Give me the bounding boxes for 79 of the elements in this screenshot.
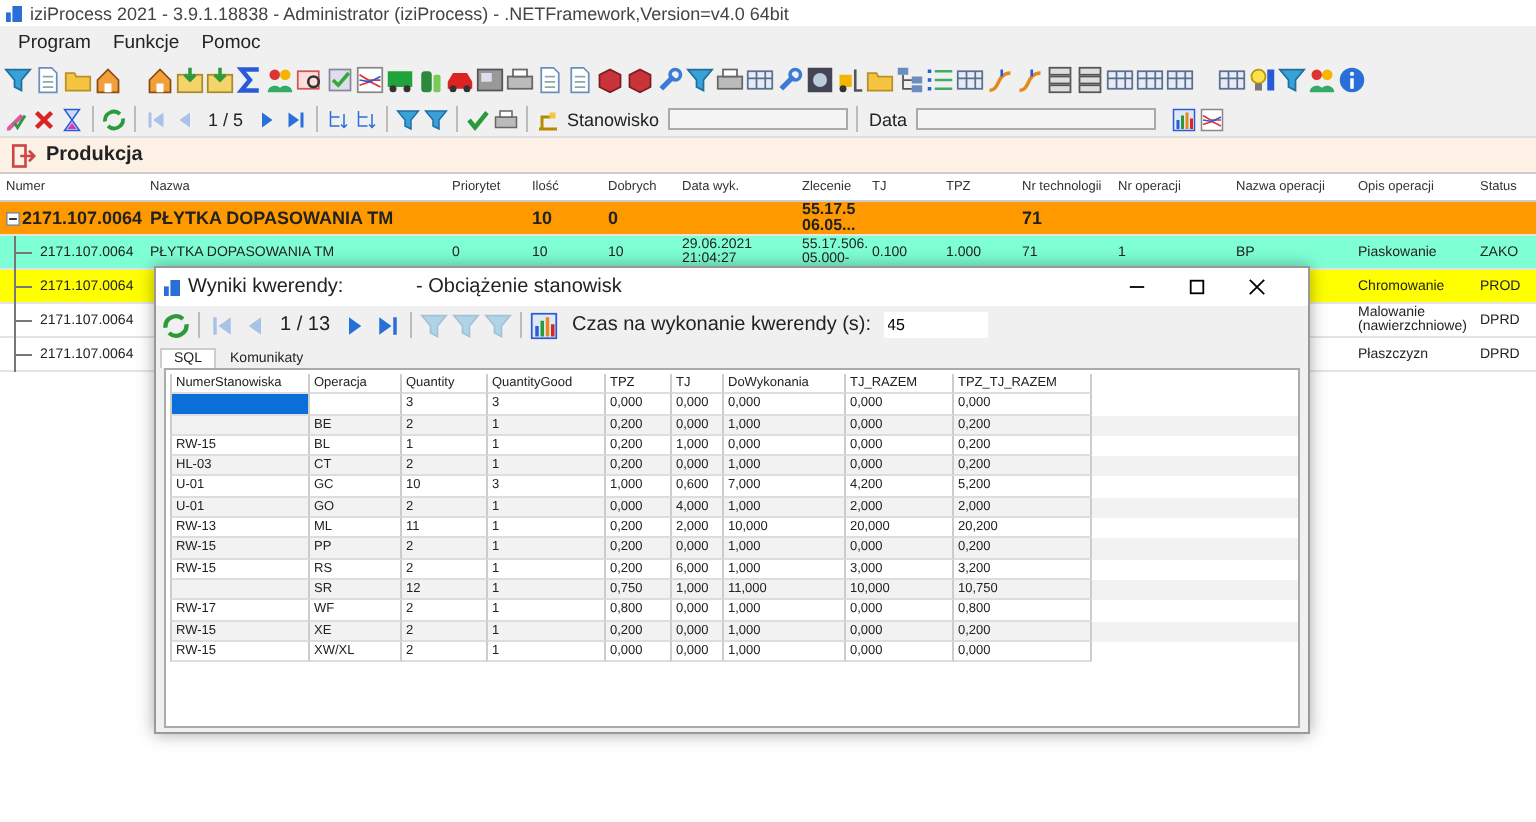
forklift-icon[interactable] [836,66,864,94]
cross-icon[interactable] [32,107,56,131]
envelope-icon[interactable] [206,66,234,94]
dialog-subtitle: - Obciążenie stanowisk [416,276,622,298]
app-icon [164,279,180,295]
magnifier-icon[interactable] [296,66,324,94]
sort-icon[interactable] [325,107,350,131]
sort-icon[interactable] [353,107,378,131]
table-cell: 55.17.5 06.05... [802,202,856,234]
info-icon[interactable] [1338,66,1366,94]
table-icon[interactable] [1218,66,1246,94]
line-chart-icon[interactable] [356,66,384,94]
document-icon[interactable] [536,66,564,94]
table-cell: PŁYTKA DOPASOWANIA TM [150,209,394,227]
stack-icon[interactable] [1076,66,1104,94]
line-chart-icon[interactable] [1199,107,1224,131]
check-icon[interactable] [465,107,490,131]
table-cell: 0 [608,209,619,227]
people-icon[interactable] [1308,66,1336,94]
maximize-icon[interactable] [1188,278,1206,296]
funnel-icon[interactable] [686,66,714,94]
bar-chart-icon[interactable] [530,311,559,339]
selected-cell[interactable] [170,394,310,416]
window-title: iziProcess 2021 - 3.9.1.18838 - Administrator (iziProcess) - .NETFramework,Version=v4.0 64bit [30,3,789,23]
table-cell: 10 [532,209,553,227]
menu-item[interactable]: Program [18,31,91,53]
sigma-icon[interactable] [236,66,264,94]
menu-item[interactable]: Pomoc [201,31,261,53]
table-cell: 2171.107.0064 [22,209,143,227]
last-page-icon[interactable] [374,311,403,339]
curve-icon[interactable] [986,66,1014,94]
house-icon[interactable] [94,66,122,94]
truck-icon[interactable] [386,66,414,94]
exit-icon[interactable] [8,141,36,169]
refresh-icon[interactable] [102,107,126,131]
station-label: Stanowisko [567,109,660,129]
last-page-icon[interactable] [283,107,308,131]
stack-icon[interactable] [1046,66,1074,94]
wrench-icon[interactable] [656,66,684,94]
bulb-icon[interactable] [1248,66,1276,94]
funnel-icon[interactable] [1278,66,1306,94]
checklist-icon[interactable] [326,66,354,94]
people-icon[interactable] [266,66,294,94]
app-icon [6,5,22,21]
section-title: Produkcja [46,144,143,166]
document-icon[interactable] [34,66,62,94]
wrench-icon[interactable] [776,66,804,94]
funnel-icon[interactable] [423,107,448,131]
printer-icon[interactable] [493,107,518,131]
timeout-label: Czas na wykonanie kwerendy (s): [572,314,872,336]
table-cell: 71 [1022,209,1043,227]
list-icon[interactable] [926,66,954,94]
station-field[interactable] [667,108,848,130]
funnel-icon[interactable] [395,107,420,131]
table-icon[interactable] [956,66,984,94]
collapse-icon[interactable] [6,211,20,225]
bar-chart-icon[interactable] [1171,107,1196,131]
hierarchy-icon[interactable] [896,66,924,94]
close-icon[interactable] [1248,278,1266,296]
table-icon[interactable] [1136,66,1164,94]
menu-item[interactable]: Funkcje [112,31,180,53]
date-label: Data [869,109,908,129]
refresh-icon[interactable] [162,311,190,339]
grid-row[interactable]: 2171.107.0064 PŁYTKA DOPASOWANIA TM 10 0 55.17.5 06.05... 71 [0,202,1536,236]
dialog-title: Wyniki kwerendy: [188,276,346,298]
table-icon[interactable] [1106,66,1134,94]
timeout-field[interactable]: 45 [883,312,988,338]
funnel-icon[interactable] [4,66,32,94]
table-icon[interactable] [1166,66,1194,94]
hourglass-icon[interactable] [60,107,84,131]
printer-icon[interactable] [716,66,744,94]
date-field[interactable] [915,108,1156,130]
machine-icon[interactable] [476,66,504,94]
page-counter: 1 / 5 [208,109,244,129]
printer-icon[interactable] [506,66,534,94]
page-counter: 1 / 13 [280,314,331,336]
house-icon[interactable] [146,66,174,94]
table-icon[interactable] [746,66,774,94]
envelope-icon[interactable] [176,66,204,94]
